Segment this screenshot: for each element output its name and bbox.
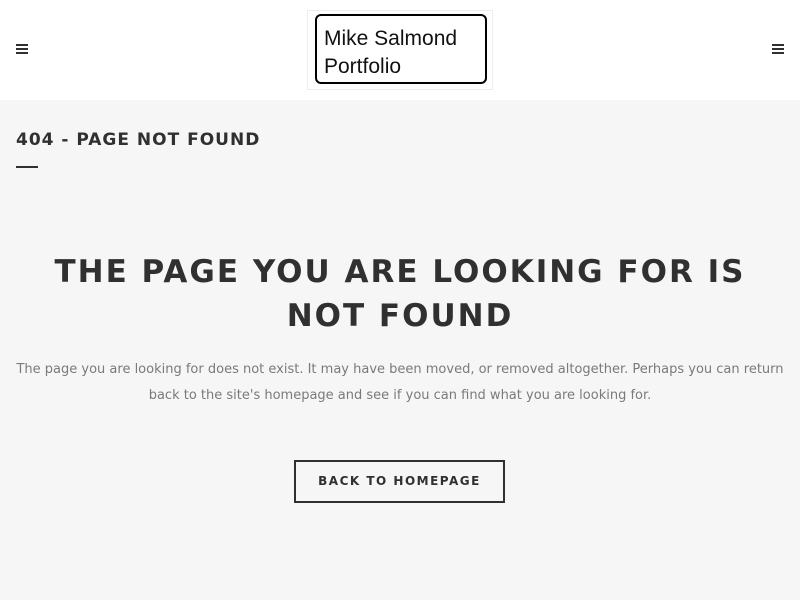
page-title: 404 - PAGE NOT FOUND [16,130,261,150]
back-to-homepage-button[interactable]: BACK TO HOMEPAGE [294,460,505,503]
logo-line-2: Portfolio [324,55,402,78]
error-message: The page you are looking for does not ex… [16,362,784,403]
logo-line-1: Mike Salmond [324,27,458,50]
error-headline: THE PAGE YOU ARE LOOKING FOR IS NOT FOUN… [54,254,746,334]
site-header: Mike Salmond Portfolio [0,0,800,100]
side-menu-icon[interactable] [772,44,784,54]
site-logo[interactable]: Mike Salmond Portfolio [307,10,493,90]
hamburger-menu-icon[interactable] [16,44,28,54]
logo-text-box: Mike Salmond Portfolio [315,14,487,84]
title-separator [16,166,38,168]
